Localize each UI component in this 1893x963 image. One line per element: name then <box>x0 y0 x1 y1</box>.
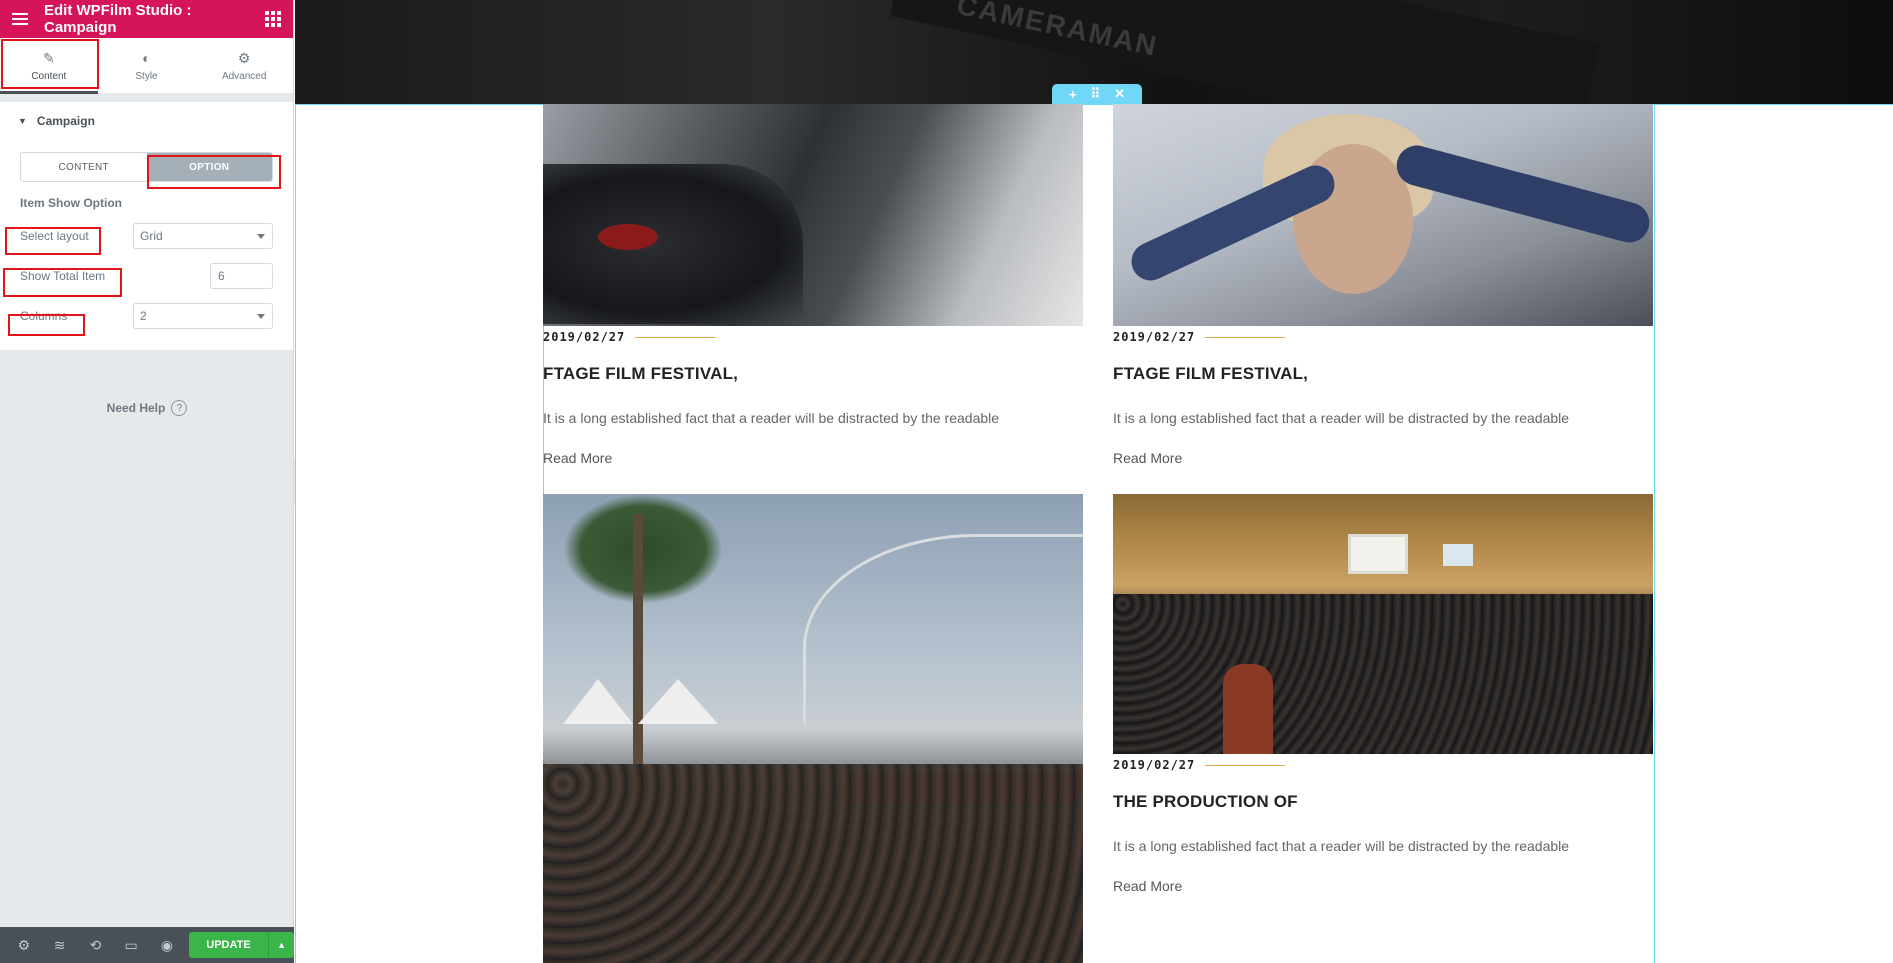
close-icon[interactable]: ✕ <box>1114 86 1125 102</box>
campaign-image <box>543 104 1083 326</box>
side-screen-shape <box>1443 544 1473 566</box>
add-section-icon[interactable]: + <box>1069 87 1077 102</box>
desktop-icon[interactable]: ▭ <box>113 927 149 963</box>
campaign-title[interactable]: FTAGE FILM FESTIVAL, <box>1113 364 1653 384</box>
tail-lamp-shape <box>598 224 658 250</box>
settings-gear-icon[interactable]: ⚙ <box>6 927 42 963</box>
widgets-grid-icon[interactable] <box>253 0 293 38</box>
tab-content[interactable]: ✎ Content <box>0 38 98 94</box>
editor-panel: Edit WPFilm Studio : Campaign ✎ Content … <box>0 0 295 963</box>
campaign-excerpt: It is a long established fact that a rea… <box>1113 838 1570 854</box>
audience-shape <box>1113 594 1653 754</box>
campaign-card: 2019/02/27 THE PRODUCTION OF It is a lon… <box>1113 494 1653 894</box>
tab-content-label: Content <box>31 71 67 82</box>
control-columns: Columns 2 <box>20 302 273 330</box>
chevron-down-icon <box>257 313 265 319</box>
tab-advanced-label: Advanced <box>221 71 267 82</box>
date-divider <box>1205 336 1286 338</box>
section-body: CONTENT OPTION Item Show Option Select l… <box>0 140 293 350</box>
campaign-date-row: 2019/02/27 <box>1113 330 1653 344</box>
contrast-icon: ◐ <box>142 50 151 66</box>
campaign-date-row: 2019/02/27 <box>1113 758 1653 772</box>
crowd-shape <box>543 764 1083 963</box>
chevron-down-icon <box>257 233 265 239</box>
projector-screen-shape <box>1348 534 1408 574</box>
menu-icon[interactable] <box>0 0 40 38</box>
need-help-label: Need Help <box>106 401 166 415</box>
select-layout-value: Grid <box>140 229 163 243</box>
date-divider <box>1205 764 1286 766</box>
campaign-date: 2019/02/27 <box>1113 758 1196 772</box>
campaign-image <box>543 494 1083 963</box>
need-help-link[interactable]: Need Help ? <box>0 400 294 416</box>
control-select-layout: Select layout Grid <box>20 222 273 250</box>
control-show-total-item: Show Total Item <box>20 262 273 290</box>
campaign-excerpt: It is a long established fact that a rea… <box>1113 410 1570 426</box>
select-layout-dropdown[interactable]: Grid <box>133 223 273 249</box>
columns-value: 2 <box>140 309 147 323</box>
eye-icon[interactable]: ◉ <box>149 927 185 963</box>
tab-style-label: Style <box>135 71 158 82</box>
gear-icon: ⚙ <box>237 50 251 66</box>
pencil-icon: ✎ <box>42 50 55 66</box>
glass-roof-shape <box>803 534 1083 724</box>
update-options-caret-icon[interactable]: ▲ <box>268 932 295 958</box>
campaign-card: 2019/02/27 FTAGE FILM FESTIVAL, It is a … <box>543 104 1083 466</box>
columns-dropdown[interactable]: 2 <box>133 303 273 329</box>
section-toggle-campaign[interactable]: ▼ Campaign <box>0 102 293 140</box>
tab-style[interactable]: ◐ Style <box>98 38 196 93</box>
campaign-image <box>1113 104 1653 326</box>
columns-label: Columns <box>20 309 68 323</box>
switch-option[interactable]: OPTION <box>146 153 272 181</box>
drag-handle-icon[interactable]: ⠿ <box>1091 86 1101 102</box>
campaign-date: 2019/02/27 <box>1113 330 1196 344</box>
section-title-label: Campaign <box>36 114 95 128</box>
campaign-title[interactable]: THE PRODUCTION OF <box>1113 792 1653 812</box>
read-more-link[interactable]: Read More <box>1113 878 1653 894</box>
item-show-option-heading: Item Show Option <box>20 196 122 210</box>
update-button[interactable]: UPDATE <box>188 932 269 958</box>
palm-fronds-shape <box>563 494 723 604</box>
history-icon[interactable]: ⟲ <box>78 927 114 963</box>
date-divider <box>635 336 716 338</box>
tent-shape <box>638 679 718 724</box>
campaign-title[interactable]: FTAGE FILM FESTIVAL, <box>543 364 1083 384</box>
content-option-switcher: CONTENT OPTION <box>20 152 273 182</box>
campaign-image <box>1113 494 1653 754</box>
campaign-excerpt: It is a long established fact that a rea… <box>543 410 1000 426</box>
panel-footer: ⚙ ≋ ⟲ ▭ ◉ UPDATE ▲ <box>0 927 295 963</box>
select-layout-label: Select layout <box>20 229 89 243</box>
car-shape <box>543 164 803 324</box>
campaign-date: 2019/02/27 <box>543 330 626 344</box>
campaign-card: 2019/02/27 FTAGE FILM FESTIVAL, It is a … <box>1113 104 1653 466</box>
show-total-item-label: Show Total Item <box>20 269 106 283</box>
question-icon: ? <box>171 400 188 416</box>
tent-shape <box>563 679 633 724</box>
section-handle: + ⠿ ✕ <box>1052 84 1142 104</box>
page-preview: CAMERAMAN + ⠿ ✕ 2019/02/27 FTAGE FILM FE… <box>295 0 1893 963</box>
panel-header: Edit WPFilm Studio : Campaign <box>0 0 293 38</box>
read-more-link[interactable]: Read More <box>1113 450 1653 466</box>
show-total-item-input[interactable] <box>210 263 273 289</box>
read-more-link[interactable]: Read More <box>543 450 1083 466</box>
tab-advanced[interactable]: ⚙ Advanced <box>195 38 293 93</box>
switch-content[interactable]: CONTENT <box>21 153 147 181</box>
red-coat-shape <box>1223 664 1273 754</box>
panel-title: Edit WPFilm Studio : Campaign <box>44 2 192 36</box>
layers-icon[interactable]: ≋ <box>42 927 78 963</box>
caret-down-icon: ▼ <box>18 116 27 126</box>
campaign-date-row: 2019/02/27 <box>543 330 1083 344</box>
campaign-card <box>543 494 1083 963</box>
panel-tabs: ✎ Content ◐ Style ⚙ Advanced <box>0 38 293 94</box>
